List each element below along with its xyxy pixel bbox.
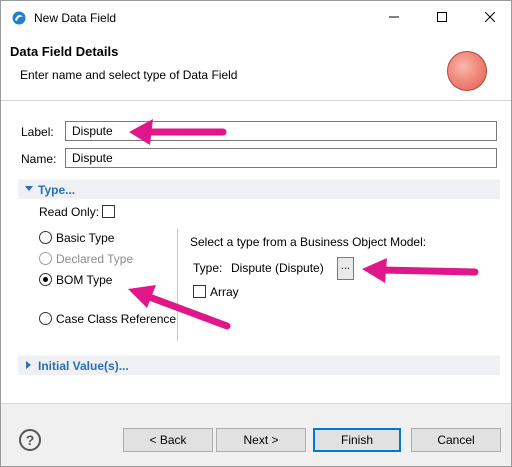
case-class-reference-radio[interactable] (39, 312, 52, 325)
options-divider (177, 229, 178, 341)
type-value: Dispute (Dispute) (231, 261, 324, 275)
maximize-icon (437, 12, 447, 22)
type-section-header[interactable]: Type... (18, 179, 500, 199)
name-caption: Name: (21, 152, 57, 166)
close-button[interactable] (467, 1, 511, 33)
name-input[interactable]: Dispute (65, 148, 497, 168)
wizard-orb-icon (447, 51, 487, 91)
back-button[interactable]: < Back (123, 428, 213, 452)
declared-type-label: Declared Type (56, 252, 134, 266)
new-data-field-dialog: New Data Field Data Field Details Enter … (0, 0, 512, 467)
close-icon (485, 12, 495, 22)
window-title: New Data Field (34, 11, 117, 25)
array-checkbox[interactable] (193, 285, 206, 298)
cancel-button[interactable]: Cancel (411, 428, 501, 452)
help-icon[interactable]: ? (19, 429, 41, 451)
read-only-checkbox[interactable] (102, 205, 115, 218)
initial-values-section-header[interactable]: Initial Value(s)... (18, 355, 500, 375)
type-caption: Type: (193, 261, 223, 275)
banner-description: Enter name and select type of Data Field (20, 68, 238, 82)
minimize-button[interactable] (371, 1, 417, 33)
dialog-footer: ? < Back Next > Finish Cancel (1, 403, 511, 466)
browse-type-button[interactable]: ... (337, 257, 354, 280)
basic-type-radio[interactable] (39, 231, 52, 244)
banner-title: Data Field Details (10, 44, 119, 59)
type-section-label: Type... (38, 183, 76, 197)
arrow-to-browse-button (362, 258, 479, 283)
declared-type-radio (39, 252, 52, 265)
chevron-right-icon (26, 361, 31, 369)
minimize-icon (389, 16, 399, 18)
array-label: Array (210, 285, 239, 299)
bom-prompt: Select a type from a Business Object Mod… (190, 235, 427, 249)
app-swirl-icon (12, 11, 26, 25)
header-banner: Data Field Details Enter name and select… (1, 35, 511, 101)
label-caption: Label: (21, 125, 54, 139)
bom-type-radio[interactable] (39, 273, 52, 286)
title-bar: New Data Field (1, 1, 511, 35)
label-input[interactable]: Dispute (65, 121, 497, 141)
basic-type-label: Basic Type (56, 231, 115, 245)
next-button[interactable]: Next > (216, 428, 306, 452)
initial-values-section-label: Initial Value(s)... (38, 359, 129, 373)
read-only-caption: Read Only: (39, 205, 100, 219)
chevron-down-icon (25, 186, 33, 191)
bom-type-label: BOM Type (56, 273, 113, 287)
case-class-reference-label: Case Class Reference (56, 312, 177, 326)
maximize-button[interactable] (419, 1, 465, 33)
finish-button[interactable]: Finish (313, 428, 401, 452)
